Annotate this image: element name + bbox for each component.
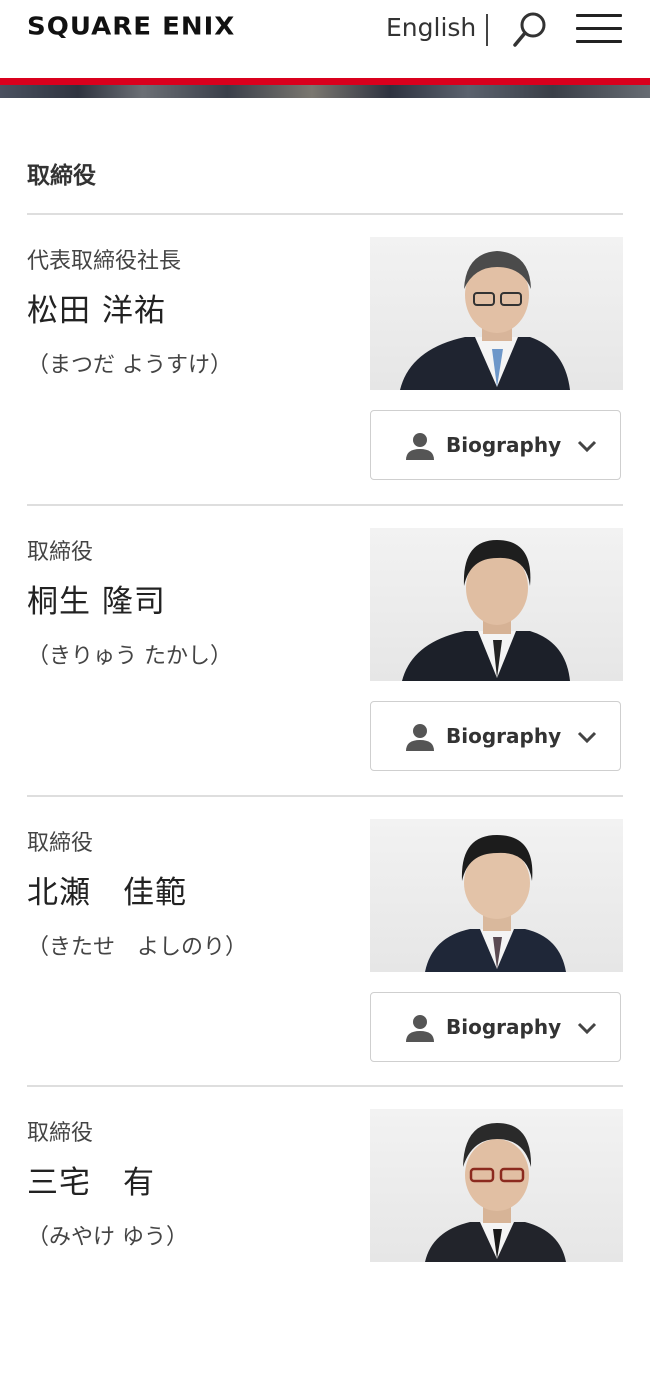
executive-name: 桐生 隆司 [27, 584, 166, 620]
divider [27, 213, 623, 215]
biography-label: Biography [446, 1015, 562, 1039]
language-link-english[interactable]: English [386, 13, 476, 42]
biography-toggle-button[interactable]: Biography [370, 410, 621, 480]
menu-icon-bar [576, 27, 622, 30]
executive-name: 北瀬 佳範 [27, 875, 187, 911]
executive-name-kana: （きりゅう たかし） [27, 644, 232, 669]
executive-role: 取締役 [27, 1121, 94, 1146]
biography-toggle-button[interactable]: Biography [370, 992, 621, 1062]
biography-label: Biography [446, 724, 562, 748]
executive-name: 三宅 有 [27, 1165, 155, 1201]
executive-card: 取締役 桐生 隆司 （きりゅう たかし） Biography [0, 528, 650, 818]
person-icon [406, 1015, 434, 1042]
search-icon [513, 12, 546, 47]
menu-icon-bar [576, 14, 622, 17]
biography-label: Biography [446, 433, 562, 457]
chevron-down-icon [577, 440, 597, 453]
executive-role: 取締役 [27, 540, 94, 565]
chevron-down-icon [577, 1022, 597, 1035]
executive-name-kana: （きたせ よしのり） [27, 935, 248, 960]
executive-photo [370, 237, 623, 390]
banner-image-strip [0, 85, 650, 98]
executive-card: 取締役 北瀬 佳範 （きたせ よしのり） Biography [0, 819, 650, 1109]
divider [27, 504, 623, 506]
executive-role: 取締役 [27, 831, 94, 856]
square-enix-logo[interactable]: SQUARE ENIX [27, 13, 235, 42]
chevron-down-icon [577, 731, 597, 744]
divider [27, 1085, 623, 1087]
executive-photo [370, 1109, 623, 1262]
hamburger-menu-button[interactable] [576, 14, 622, 46]
executive-role: 代表取締役社長 [27, 249, 182, 274]
executive-name-kana: （まつだ ようすけ） [27, 353, 232, 378]
executive-name-kana: （みやけ ゆう） [27, 1225, 188, 1250]
site-header: SQUARE ENIX English [0, 0, 650, 78]
menu-icon-bar [576, 40, 622, 43]
header-accent-bar [0, 78, 650, 85]
executive-name: 松田 洋祐 [27, 293, 166, 329]
person-icon [406, 433, 434, 460]
executive-photo [370, 528, 623, 681]
header-divider [486, 14, 488, 46]
executive-card: 取締役 三宅 有 （みやけ ゆう） [0, 1109, 650, 1399]
section-title: 取締役 [27, 163, 96, 189]
executive-photo [370, 819, 623, 972]
biography-toggle-button[interactable]: Biography [370, 701, 621, 771]
divider [27, 795, 623, 797]
search-button[interactable] [510, 8, 550, 52]
executive-card: 代表取締役社長 松田 洋祐 （まつだ ようすけ） Biography [0, 237, 650, 527]
person-icon [406, 724, 434, 751]
